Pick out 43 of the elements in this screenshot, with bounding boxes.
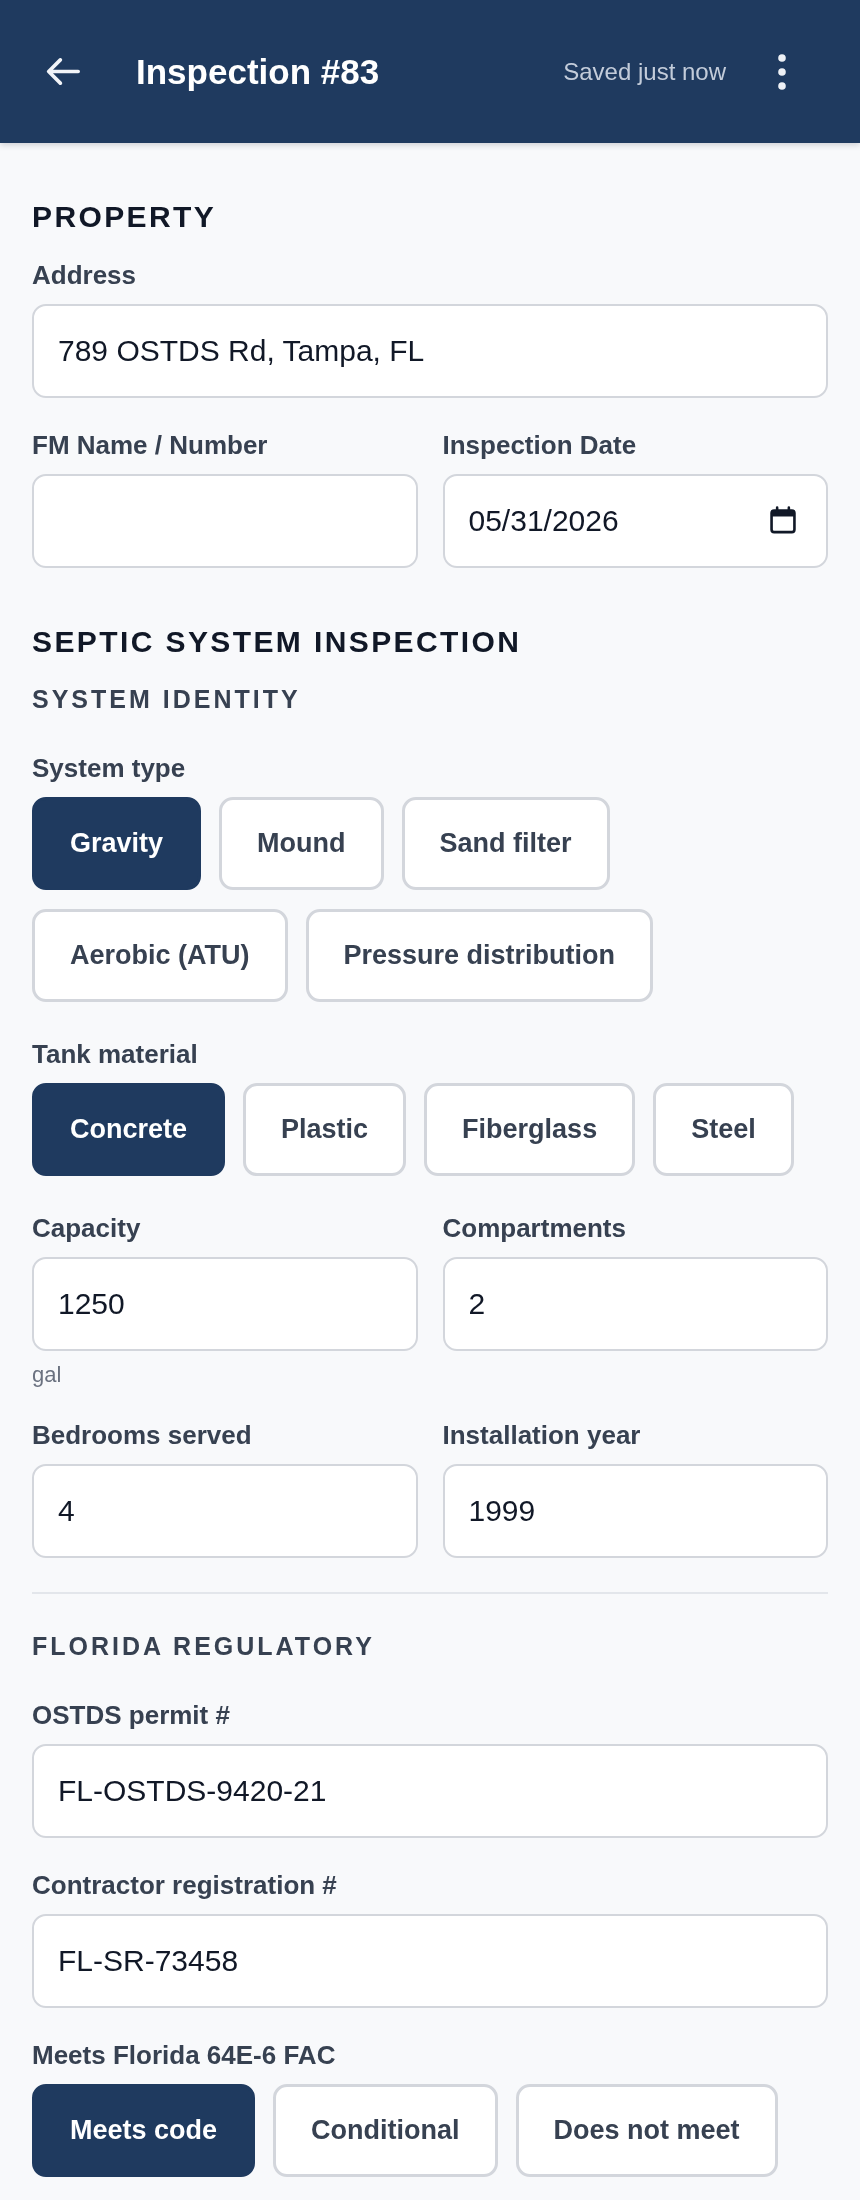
option-button[interactable]: Does not meet [515, 2084, 778, 2177]
field-label: System type [32, 752, 187, 784]
field-label: Installation year [442, 1419, 642, 1451]
field-label: Compartments [442, 1212, 627, 1244]
option-button[interactable]: Aerobic (ATU) [32, 909, 288, 1002]
text-field[interactable]: FL-OSTDS-9420-21 [32, 1744, 828, 1838]
field-label: OSTDS permit # [32, 1699, 231, 1731]
option-button[interactable]: Steel [653, 1083, 794, 1176]
option-button[interactable]: Fiberglass [424, 1083, 636, 1176]
field-label: Address [32, 259, 138, 291]
date-field[interactable]: 05/31/2026 [442, 474, 828, 568]
text-field[interactable] [32, 474, 418, 568]
calendar-icon[interactable] [770, 506, 796, 534]
option-button[interactable]: Meets code [32, 2084, 256, 2177]
option-button[interactable]: Gravity [32, 797, 202, 890]
section-title: PROPERTY [32, 199, 218, 235]
save-status: Saved just now [563, 57, 726, 86]
field-label: Tank material [32, 1038, 199, 1070]
text-field[interactable]: 4 [32, 1464, 418, 1558]
field-label: Bedrooms served [32, 1419, 253, 1451]
field-label: Inspection Date [442, 429, 638, 461]
text-field[interactable]: 2 [442, 1257, 828, 1351]
field-label: Meets Florida 64E-6 FAC [32, 2039, 337, 2071]
more-menu-icon[interactable] [778, 53, 786, 90]
option-button[interactable]: Conditional [273, 2084, 498, 2177]
text-field[interactable]: 1250 [32, 1257, 418, 1351]
option-button[interactable]: Pressure distribution [305, 909, 654, 1002]
option-button[interactable]: Sand filter [401, 797, 610, 890]
text-field[interactable]: FL-SR-73458 [32, 1914, 828, 2008]
field-label: FM Name / Number [32, 429, 269, 461]
unit-label: gal [32, 1362, 63, 1388]
subsection-title: FLORIDA REGULATORY [32, 1631, 376, 1661]
option-button[interactable]: Mound [219, 797, 384, 890]
back-arrow-icon[interactable] [46, 58, 80, 85]
subsection-title: SYSTEM IDENTITY [32, 684, 302, 714]
text-field[interactable]: 789 OSTDS Rd, Tampa, FL [32, 304, 828, 398]
field-label: Capacity [32, 1212, 142, 1244]
text-field[interactable]: 1999 [442, 1464, 828, 1558]
option-button[interactable]: Plastic [243, 1083, 407, 1176]
field-label: Contractor registration # [32, 1869, 338, 1901]
option-button[interactable]: Concrete [32, 1083, 226, 1176]
screen-title: Inspection #83 [136, 51, 381, 92]
section-title: SEPTIC SYSTEM INSPECTION [32, 624, 523, 660]
